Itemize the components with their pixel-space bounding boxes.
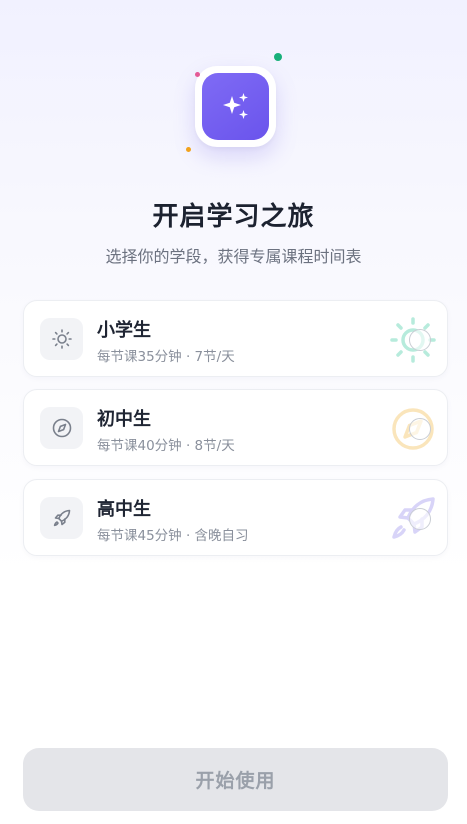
stage-title: 高中生: [97, 499, 151, 520]
stage-title: 初中生: [97, 409, 151, 430]
stage-radio[interactable]: [409, 508, 431, 530]
stage-description: 每节课45分钟 · 含晚自习: [97, 528, 249, 544]
stage-icon-box: [40, 407, 83, 449]
stage-option-primary[interactable]: 小学生 每节课35分钟 · 7节/天: [23, 300, 448, 377]
rocket-icon: [53, 509, 70, 527]
page-title: 开启学习之旅: [152, 202, 315, 232]
page-subtitle: 选择你的学段，获得专属课程时间表: [105, 247, 362, 266]
stage-radio[interactable]: [409, 418, 431, 440]
stage-icon-box: [40, 318, 83, 360]
decor-dot-pink: [195, 72, 200, 77]
stage-description: 每节课35分钟 · 7节/天: [97, 349, 235, 365]
stage-option-high[interactable]: 高中生 每节课45分钟 · 含晚自习: [23, 479, 448, 556]
logo-tile: [202, 73, 269, 140]
decor-dot-orange: [186, 147, 191, 152]
stage-description: 每节课40分钟 · 8节/天: [97, 438, 235, 454]
stage-title: 小学生: [97, 320, 151, 341]
stage-icon-box: [40, 497, 83, 539]
sparkles-icon: [222, 92, 248, 119]
start-button[interactable]: 开始使用: [23, 748, 448, 811]
stage-option-middle[interactable]: 初中生 每节课40分钟 · 8节/天: [23, 389, 448, 466]
compass-icon: [52, 418, 71, 438]
sun-icon: [51, 329, 72, 349]
stage-radio[interactable]: [409, 329, 431, 351]
app-logo: [195, 66, 276, 147]
decor-dot-green: [274, 53, 282, 61]
